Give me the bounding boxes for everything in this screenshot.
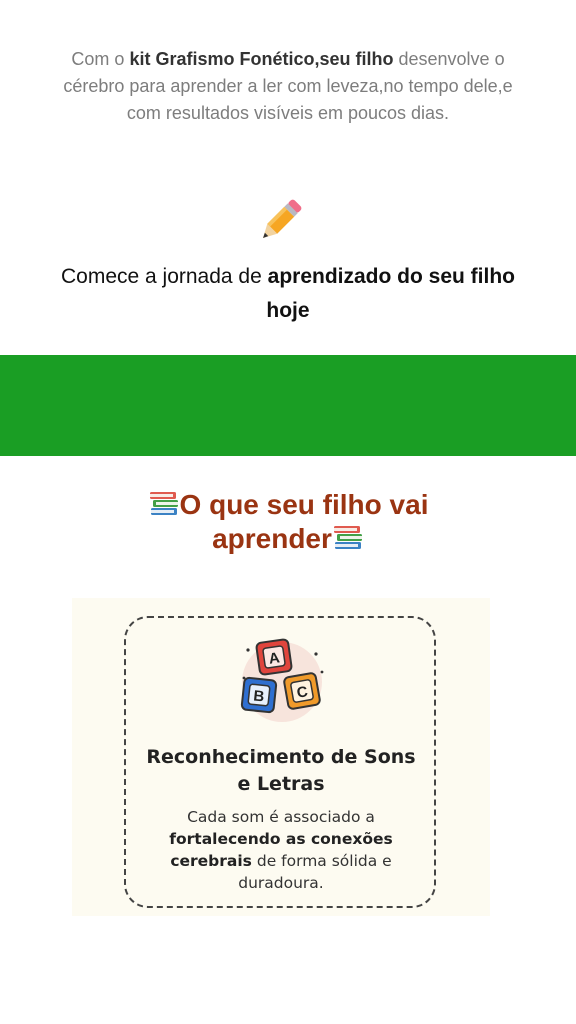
card-text-part2: de forma sólida e duradoura. [238,852,392,892]
block-letter-b: B [253,687,266,705]
pencil-icon [263,199,302,238]
books-icon [149,492,178,515]
intro-text-bold: kit Grafismo Fonético,seu filho [129,49,394,69]
intro-text-part1: Com o [71,49,130,69]
abc-blocks-icon: A B C [240,638,324,722]
cta-bold: aprendizado do seu filho hoje [266,265,515,322]
books-icon [333,526,362,549]
learn-section-title: O que seu filho vai aprender [110,488,466,556]
card-description: Cada som é associado a fortalecendo as c… [150,806,412,894]
cta-part1: Comece a jornada de [61,265,268,288]
card-text-part1: Cada som é associado a [187,808,375,826]
card-title: Reconhecimento de Sons e Letras [146,746,416,795]
green-banner [0,355,576,456]
intro-text: Com o kit Grafismo Fonético,seu filho de… [60,46,516,127]
learn-title-text: O que seu filho vai aprender [179,489,429,554]
cta-heading: Comece a jornada de aprendizado do seu f… [60,260,516,328]
